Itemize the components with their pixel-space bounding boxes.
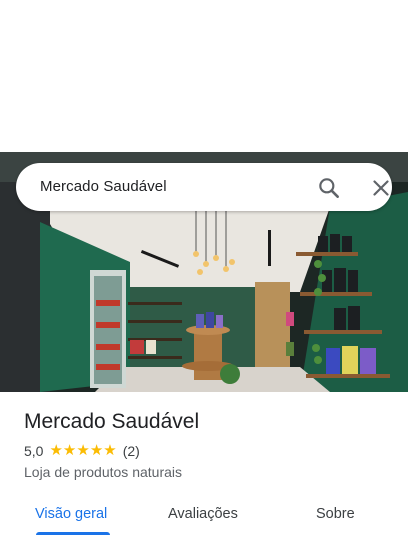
search-bar[interactable]: Mercado Saudável [16,163,392,211]
active-tab-indicator [36,532,110,535]
star-icon: ★ [62,442,77,459]
top-blank-area [0,0,408,152]
star-icon: ★ [103,442,117,459]
place-title: Mercado Saudável [24,410,200,433]
place-tabs: Visão geral Avaliações Sobre [0,496,408,544]
rating-row[interactable]: 5,0 ★ ★ ★ ★ ★ (2) [24,443,140,460]
star-icon: ★ [76,442,90,459]
rating-value: 5,0 [24,443,44,459]
star-icon: ★ [89,442,104,459]
tab-reviews[interactable]: Avaliações [168,496,238,540]
search-input[interactable]: Mercado Saudável [40,163,167,211]
place-category: Loja de produtos naturais [24,464,182,480]
tab-about[interactable]: Sobre [316,496,355,540]
review-count[interactable]: (2) [123,443,140,459]
close-icon[interactable] [368,175,394,201]
search-icon[interactable] [316,175,342,201]
star-icon: ★ [49,442,63,459]
rating-stars: ★ ★ ★ ★ ★ [49,443,116,459]
